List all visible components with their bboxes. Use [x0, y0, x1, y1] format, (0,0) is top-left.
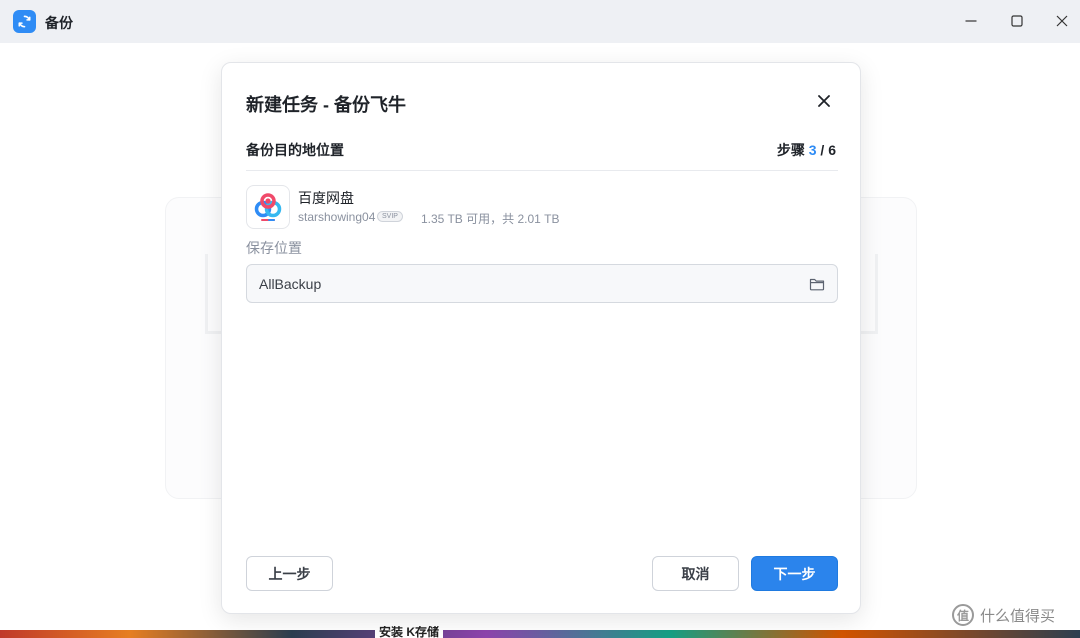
divider	[246, 170, 838, 171]
taskbar-strip	[0, 630, 1080, 638]
next-step-button[interactable]: 下一步	[751, 556, 838, 591]
maximize-icon[interactable]	[1006, 10, 1028, 32]
background-illustration	[860, 254, 878, 334]
baidu-netdisk-logo	[246, 185, 290, 229]
folder-icon[interactable]	[809, 276, 825, 292]
save-location-input[interactable]: AllBackup	[246, 264, 838, 303]
section-title: 备份目的地位置	[246, 142, 344, 158]
save-location-label: 保存位置	[246, 240, 302, 256]
step-separator: /	[816, 142, 829, 158]
background-task-label: 安装 K存储	[375, 626, 444, 638]
cancel-button[interactable]: 取消	[652, 556, 739, 591]
title-bar: 备份	[0, 0, 1080, 43]
svip-badge: SVIP	[377, 211, 403, 222]
watermark-badge: 值	[952, 604, 974, 626]
minimize-icon[interactable]	[960, 10, 982, 32]
app-title: 备份	[45, 15, 73, 31]
step-total: 6	[828, 142, 836, 158]
step-indicator: 步骤 3 / 6	[777, 140, 836, 160]
new-task-dialog: 新建任务 - 备份飞牛 备份目的地位置 步骤 3 / 6 百度网盘 starsh…	[221, 62, 861, 614]
dialog-title: 新建任务 - 备份飞牛	[246, 95, 406, 115]
destination-account: starshowing04	[298, 210, 376, 224]
step-label: 步骤	[776, 142, 805, 158]
destination-capacity: 1.35 TB 可用，共 2.01 TB	[421, 212, 560, 226]
watermark: 值 什么值得买	[952, 604, 1055, 626]
destination-name: 百度网盘	[298, 190, 354, 206]
watermark-text: 什么值得买	[980, 607, 1056, 625]
step-current: 3	[808, 142, 817, 158]
save-location-value: AllBackup	[259, 275, 322, 292]
previous-step-button[interactable]: 上一步	[246, 556, 333, 591]
backup-sync-icon	[13, 10, 36, 33]
close-icon[interactable]	[1051, 10, 1073, 32]
close-icon[interactable]	[814, 91, 834, 111]
